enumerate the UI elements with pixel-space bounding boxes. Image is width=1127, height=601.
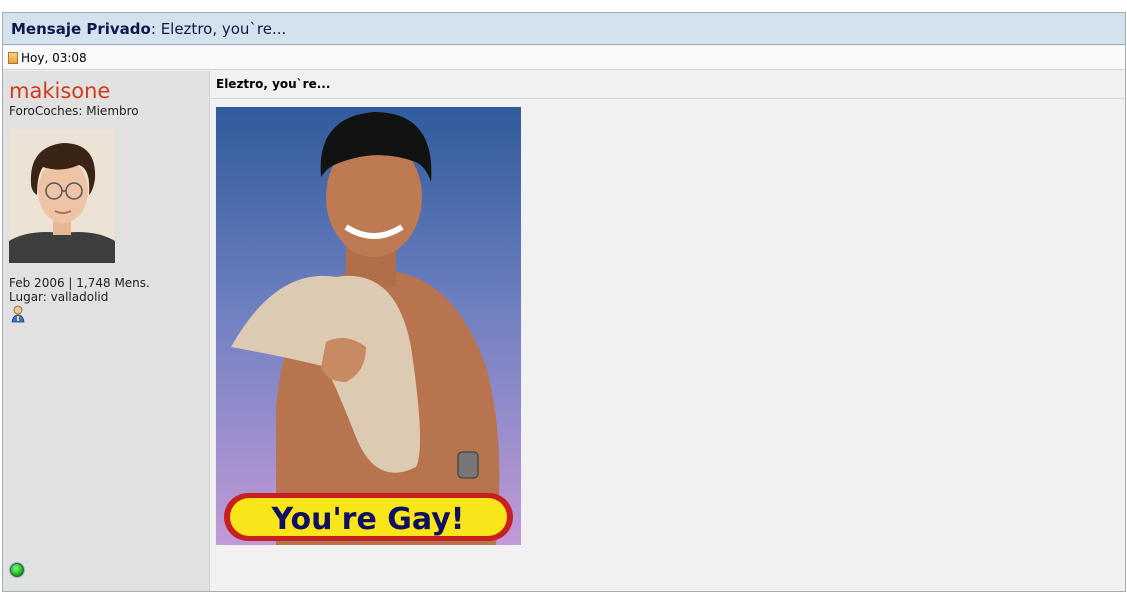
document-icon (8, 52, 18, 64)
post-image: You're Gay! (216, 107, 521, 545)
subject-divider (211, 98, 1125, 99)
avatar (9, 129, 115, 263)
user-info-column: makisone ForoCoches: Miembro Feb 2006 | … (3, 71, 210, 591)
message-title-bar: Mensaje Privado: Eleztro, you`re... (3, 13, 1125, 45)
user-location: Lugar: valladolid (9, 290, 109, 304)
title-separator: : (150, 20, 156, 38)
message-content: Eleztro, you`re... You're Gay! (211, 71, 1125, 591)
image-caption: You're Gay! (271, 502, 465, 537)
online-status-icon (10, 563, 24, 577)
user-title: ForoCoches: Miembro (9, 104, 139, 118)
post-subject: Eleztro, you`re... (216, 77, 331, 91)
username-link[interactable]: makisone (9, 79, 110, 103)
user-male-icon (11, 305, 25, 323)
message-date-bar: Hoy, 03:08 (3, 46, 1125, 70)
message-date: Hoy, 03:08 (21, 51, 87, 65)
message-subject-title: Eleztro, you`re... (160, 20, 287, 38)
user-joined-posts: Feb 2006 | 1,748 Mens. (9, 276, 150, 290)
private-message-panel: Mensaje Privado: Eleztro, you`re... Hoy,… (2, 12, 1126, 592)
message-type-label: Mensaje Privado (11, 20, 151, 38)
